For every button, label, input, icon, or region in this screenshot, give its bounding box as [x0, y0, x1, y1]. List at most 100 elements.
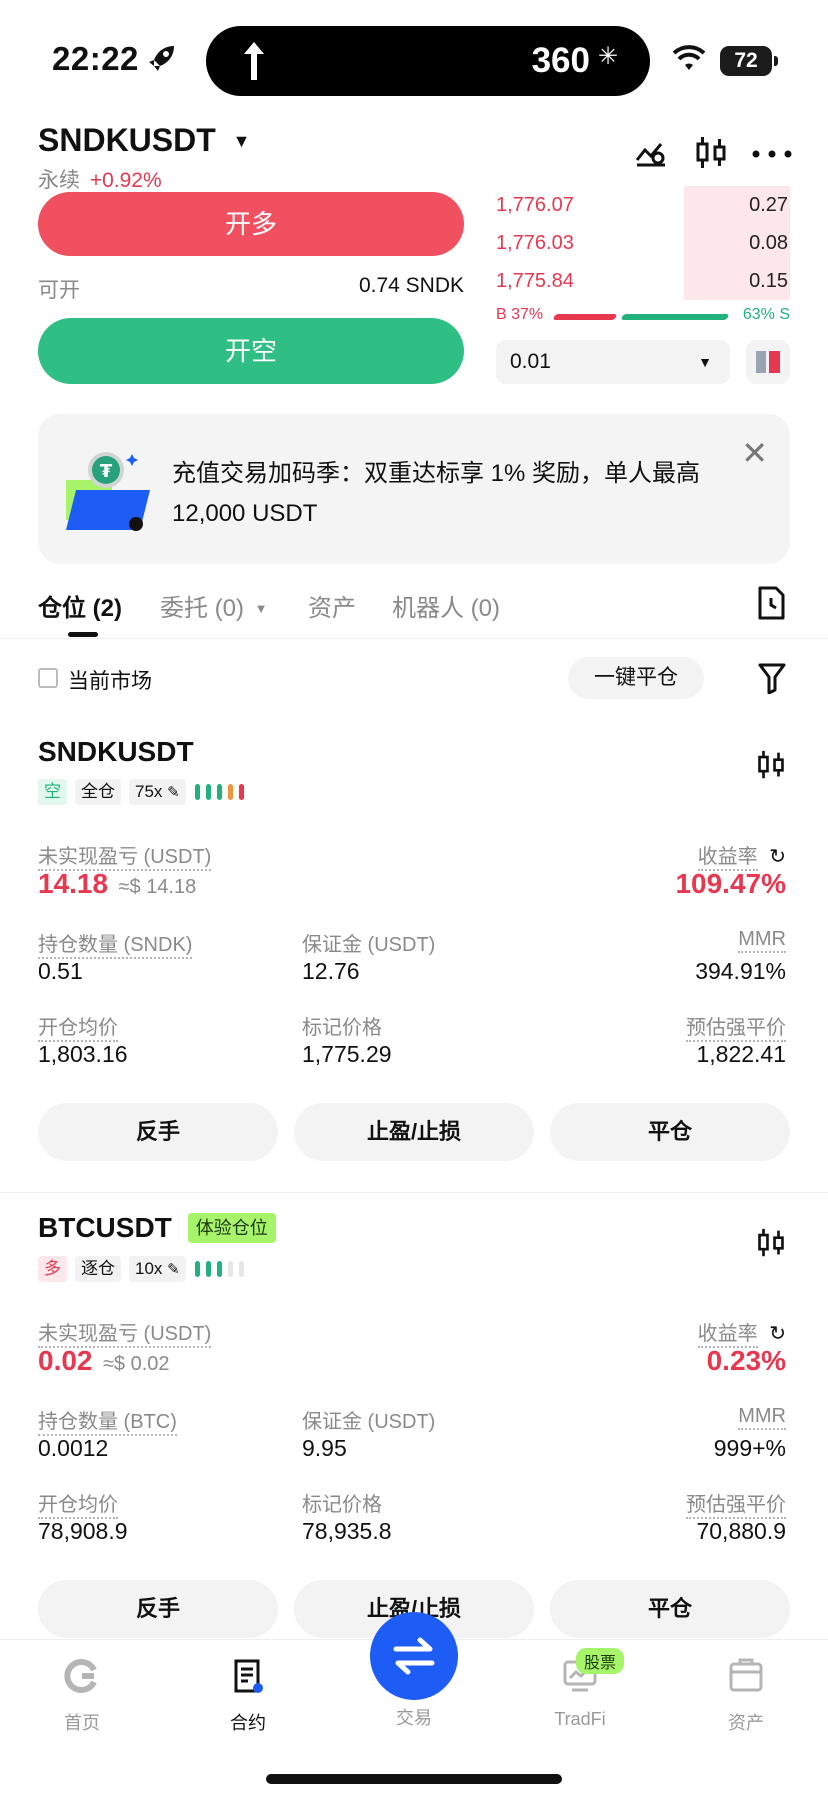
- liq-value: 1,822.41: [696, 1041, 786, 1067]
- nav-trade-label: 交易: [396, 1708, 432, 1728]
- orderbook-layout-icon: [756, 351, 780, 373]
- nav-tradfi-label: TradFi: [554, 1709, 606, 1729]
- ask-price: 1,776.07: [496, 194, 574, 216]
- entry-label: 开仓均价: [38, 1488, 118, 1519]
- candlestick-chart-icon[interactable]: [756, 748, 786, 782]
- ask-price: 1,776.03: [496, 232, 574, 254]
- current-market-label: 当前市场: [68, 670, 152, 693]
- more-icon[interactable]: [752, 150, 792, 158]
- qty-label: 持仓数量 (SNDK): [38, 928, 193, 959]
- status-time: 22:22: [52, 40, 139, 77]
- tab-orders-label: 委托 (0): [160, 595, 244, 622]
- home-indicator: [266, 1774, 562, 1784]
- price-step-select[interactable]: 0.01 ▼: [496, 340, 730, 384]
- open-long-button[interactable]: 开多: [38, 192, 464, 256]
- nav-tradfi[interactable]: TradFi 股票: [530, 1648, 630, 1730]
- orderbook-row[interactable]: 1,776.03 0.08: [496, 224, 790, 262]
- stock-badge: 股票: [576, 1648, 625, 1674]
- roe-label: 收益率 ↻: [697, 840, 786, 871]
- side-badge: 空: [38, 779, 67, 805]
- available-label: 可开: [38, 279, 80, 302]
- close-position-button[interactable]: 平仓: [550, 1103, 790, 1161]
- tab-bots[interactable]: 机器人 (0): [392, 588, 500, 623]
- candlestick-chart-icon[interactable]: [694, 134, 728, 172]
- liq-label: 预估强平价: [686, 1011, 786, 1042]
- battery-indicator: 72: [720, 46, 778, 76]
- current-market-checkbox[interactable]: [38, 668, 58, 688]
- sell-ratio: 63% S: [742, 306, 790, 323]
- buy-ratio: B 37%: [496, 306, 544, 323]
- mark-label: 标记价格: [302, 1017, 382, 1039]
- history-icon[interactable]: [756, 586, 786, 620]
- roe-label: 收益率 ↻: [697, 1317, 786, 1348]
- trade-fab-button[interactable]: [370, 1612, 458, 1700]
- reverse-button[interactable]: 反手: [38, 1580, 278, 1638]
- entry-value: 1,803.16: [38, 1041, 128, 1067]
- tab-positions[interactable]: 仓位 (2): [38, 588, 122, 623]
- island-number: 360: [531, 41, 590, 80]
- nav-home[interactable]: 首页: [32, 1658, 132, 1735]
- refresh-icon[interactable]: ↻: [769, 1323, 786, 1345]
- adl-indicator-icon: [194, 784, 244, 800]
- nav-assets[interactable]: 资产: [696, 1658, 796, 1735]
- wallet-icon: [729, 1658, 763, 1692]
- buy-sell-ratio: B 37% 63% S: [496, 306, 790, 326]
- leverage-value: 75x: [135, 782, 163, 801]
- adl-indicator-icon: [194, 1261, 244, 1277]
- asterisk-icon: ✳: [597, 43, 618, 70]
- entry-label: 开仓均价: [38, 1011, 118, 1042]
- orderbook-row[interactable]: 1,775.84 0.15: [496, 262, 790, 300]
- caret-down-icon: ▼: [232, 131, 251, 151]
- pnl-block: 0.02 ≈$ 0.02: [38, 1345, 170, 1377]
- margin-mode-badge: 全仓: [75, 779, 121, 805]
- arrow-up-icon: [244, 42, 264, 80]
- tab-orders[interactable]: 委托 (0) ▼: [160, 588, 268, 623]
- margin-mode-badge: 逐仓: [75, 1256, 121, 1282]
- tab-assets[interactable]: 资产: [308, 588, 356, 623]
- svg-text:₮: ₮: [100, 461, 113, 482]
- candlestick-chart-icon[interactable]: [756, 1226, 786, 1260]
- caret-down-icon: ▼: [254, 601, 268, 616]
- qty-value: 0.0012: [38, 1435, 109, 1461]
- roe-value: 109.47%: [675, 868, 786, 899]
- orderbook-layout-button[interactable]: [746, 340, 790, 384]
- pnl-value: 0.02: [38, 1345, 93, 1376]
- position-symbol[interactable]: SNDKUSDT: [38, 736, 194, 768]
- close-position-button[interactable]: 平仓: [550, 1580, 790, 1638]
- position-symbol[interactable]: BTCUSDT: [38, 1212, 172, 1244]
- promo-banner[interactable]: ₮ 充值交易加码季：双重达标享 1% 奖励，单人最高 12,000 USDT ✕: [38, 414, 790, 564]
- wifi-icon: [672, 45, 706, 70]
- price-change: +0.92%: [89, 169, 162, 192]
- sell-ratio-bar: [620, 314, 730, 320]
- close-icon[interactable]: ✕: [741, 434, 768, 472]
- pnl-usd: ≈$ 14.18: [118, 876, 197, 898]
- pnl-value: 14.18: [38, 868, 109, 899]
- price-step-value: 0.01: [510, 350, 551, 373]
- open-short-button[interactable]: 开空: [38, 318, 464, 384]
- buy-ratio-bar: [552, 314, 618, 320]
- orderbook-row[interactable]: 1,776.07 0.27: [496, 186, 790, 224]
- mmr-label: MMR: [738, 928, 786, 953]
- margin-value[interactable]: 12.76: [302, 958, 360, 985]
- leverage-badge[interactable]: 10x ✎: [129, 1256, 186, 1282]
- position-header: BTCUSDT 体验仓位: [38, 1212, 276, 1244]
- refresh-icon[interactable]: ↻: [769, 846, 786, 868]
- position-tags: 空 全仓 75x ✎: [38, 779, 248, 805]
- pair-title: SNDKUSDT: [38, 122, 216, 158]
- tpsl-button[interactable]: 止盈/止损: [294, 1103, 534, 1161]
- margin-value[interactable]: 9.95: [302, 1435, 347, 1462]
- pair-selector[interactable]: SNDKUSDT ▼: [38, 122, 251, 159]
- mark-label: 标记价格: [302, 1494, 382, 1516]
- price-alert-icon[interactable]: [634, 136, 668, 170]
- pnl-label: 未实现盈亏 (USDT): [38, 840, 212, 871]
- reverse-button[interactable]: 反手: [38, 1103, 278, 1161]
- home-icon: [64, 1659, 97, 1693]
- close-all-button[interactable]: 一键平仓: [568, 657, 704, 699]
- filter-icon[interactable]: [758, 662, 786, 694]
- margin-label: 保证金 (USDT): [302, 934, 436, 956]
- ask-price: 1,775.84: [496, 270, 574, 292]
- leverage-badge[interactable]: 75x ✎: [129, 779, 186, 805]
- ask-qty: 0.15: [749, 270, 788, 292]
- nav-contract[interactable]: 合约: [198, 1658, 298, 1735]
- mark-value: 1,775.29: [302, 1041, 392, 1067]
